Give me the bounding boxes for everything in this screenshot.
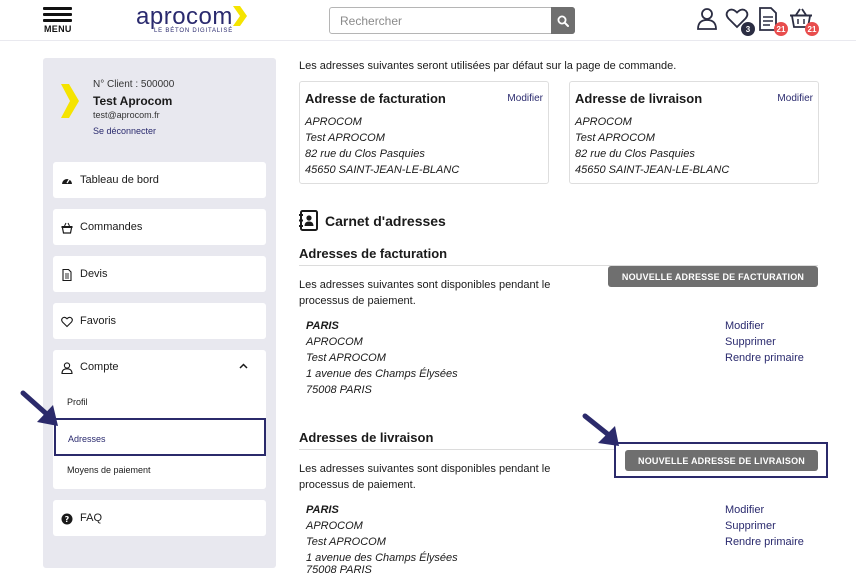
address-line: 1 avenue des Champs Élysées: [306, 368, 458, 380]
edit-billing-link[interactable]: Modifier: [507, 93, 543, 104]
sidebar-item-label: Compte: [80, 361, 119, 373]
cart-button[interactable]: 21: [789, 7, 819, 36]
menu-button[interactable]: MENU: [43, 7, 73, 34]
card-title: Adresse de livraison: [575, 91, 703, 106]
card-title: Adresse de facturation: [305, 91, 446, 106]
logout-link[interactable]: Se déconnecter: [93, 126, 156, 136]
heart-icon: [61, 316, 73, 328]
address-line: Test APROCOM: [306, 352, 386, 364]
set-primary-link[interactable]: Rendre primaire: [725, 352, 804, 364]
search-input[interactable]: [330, 8, 552, 33]
quotes-button[interactable]: 21: [758, 7, 788, 36]
sidebar-subitem-label: Adresses: [68, 434, 106, 444]
address-label: PARIS: [306, 320, 339, 332]
client-email: test@aprocom.fr: [93, 110, 160, 120]
site-header: MENU aprocom LE BÉTON DIGITALISÉ 3: [0, 0, 856, 40]
sidebar-item-faq[interactable]: ? FAQ: [53, 500, 266, 536]
address-label: PARIS: [306, 504, 339, 516]
logo-tagline: LE BÉTON DIGITALISÉ: [154, 28, 233, 34]
sidebar-subitem-payment-methods[interactable]: Moyens de paiement: [67, 465, 151, 475]
search-icon: [557, 15, 569, 27]
aprocom-logo[interactable]: aprocom LE BÉTON DIGITALISÉ: [136, 3, 256, 37]
shipping-section-title: Adresses de livraison: [299, 430, 434, 445]
address-line: 45650 SAINT-JEAN-LE-BLANC: [305, 164, 460, 176]
billing-section-description: Les adresses suivantes sont disponibles …: [299, 277, 599, 309]
document-icon: [62, 269, 72, 281]
default-shipping-card: Adresse de livraison Modifier APROCOM Te…: [569, 81, 819, 184]
default-addresses-intro: Les adresses suivantes seront utilisées …: [299, 60, 677, 72]
default-billing-card: Adresse de facturation Modifier APROCOM …: [299, 81, 549, 184]
address-line: 82 rue du Clos Pasquies: [575, 148, 695, 160]
set-primary-link[interactable]: Rendre primaire: [725, 536, 804, 548]
user-icon: [697, 8, 717, 30]
sidebar-item-label: Tableau de bord: [80, 174, 159, 186]
address-line: APROCOM: [306, 336, 363, 348]
address-book-title: Carnet d'adresses: [325, 213, 446, 229]
logo-chevron-icon: [233, 6, 247, 26]
address-line: 1 avenue des Champs Élysées: [306, 552, 458, 564]
dashboard-icon: [62, 178, 72, 184]
address-line: APROCOM: [306, 520, 363, 532]
svg-text:?: ?: [65, 515, 70, 524]
account-button[interactable]: [696, 7, 722, 33]
address-book-icon: [299, 210, 318, 231]
edit-shipping-link[interactable]: Modifier: [777, 93, 813, 104]
annotation-arrow-icon: [20, 390, 58, 426]
sidebar-item-orders[interactable]: Commandes: [53, 209, 266, 245]
address-line: APROCOM: [305, 116, 362, 128]
sidebar-item-account[interactable]: Compte: [53, 350, 266, 386]
annotation-arrow-icon: [582, 413, 619, 446]
favorites-button[interactable]: 3: [725, 7, 755, 36]
sidebar-item-favorites[interactable]: Favoris: [53, 303, 266, 339]
address-line: Test APROCOM: [305, 132, 385, 144]
edit-address-link[interactable]: Modifier: [725, 320, 764, 332]
sidebar-subitem-profile[interactable]: Profil: [67, 397, 88, 407]
sidebar-item-label: Favoris: [80, 315, 117, 327]
search-bar: [329, 7, 575, 34]
client-number: N° Client : 500000: [93, 79, 175, 90]
description-line: Les adresses suivantes sont disponibles …: [299, 279, 551, 291]
basket-icon: [61, 222, 73, 234]
user-icon: [61, 362, 73, 374]
address-line: Test APROCOM: [575, 132, 655, 144]
address-line: Test APROCOM: [306, 536, 386, 548]
edit-address-link[interactable]: Modifier: [725, 504, 764, 516]
delete-address-link[interactable]: Supprimer: [725, 336, 776, 348]
address-line: APROCOM: [575, 116, 632, 128]
address-line: 82 rue du Clos Pasquies: [305, 148, 425, 160]
client-chevron-icon: [61, 84, 79, 118]
address-line: 75008 PARIS: [306, 384, 372, 396]
header-divider: [0, 40, 856, 41]
sidebar-item-label: FAQ: [80, 512, 103, 524]
sidebar-item-label: Commandes: [80, 221, 143, 233]
sidebar-item-label: Devis: [80, 268, 108, 280]
sidebar-subitem-addresses[interactable]: Adresses: [54, 418, 266, 456]
question-circle-icon: ?: [61, 513, 73, 525]
menu-label: MENU: [44, 24, 72, 34]
new-shipping-address-button[interactable]: NOUVELLE ADRESSE DE LIVRAISON: [625, 450, 818, 471]
favorites-count-badge: 3: [741, 22, 755, 36]
section-divider: [299, 449, 615, 450]
address-line: 75008 PARIS: [306, 564, 372, 575]
address-line: 45650 SAINT-JEAN-LE-BLANC: [575, 164, 730, 176]
description-line: processus de paiement.: [299, 479, 416, 491]
billing-section-title: Adresses de facturation: [299, 246, 448, 261]
hamburger-icon: [43, 7, 72, 10]
client-name: Test Aprocom: [93, 94, 173, 108]
delete-address-link[interactable]: Supprimer: [725, 520, 776, 532]
search-button[interactable]: [551, 7, 575, 34]
sidebar-item-quotes[interactable]: Devis: [53, 256, 266, 292]
new-billing-address-button[interactable]: NOUVELLE ADRESSE DE FACTURATION: [608, 266, 818, 287]
quotes-count-badge: 21: [774, 22, 788, 36]
shipping-section-description: Les adresses suivantes sont disponibles …: [299, 461, 599, 493]
chevron-up-icon: [239, 363, 248, 369]
logo-text: aprocom: [136, 3, 233, 30]
cart-count-badge: 21: [805, 22, 819, 36]
sidebar-item-dashboard[interactable]: Tableau de bord: [53, 162, 266, 198]
description-line: Les adresses suivantes sont disponibles …: [299, 463, 551, 475]
description-line: processus de paiement.: [299, 295, 416, 307]
